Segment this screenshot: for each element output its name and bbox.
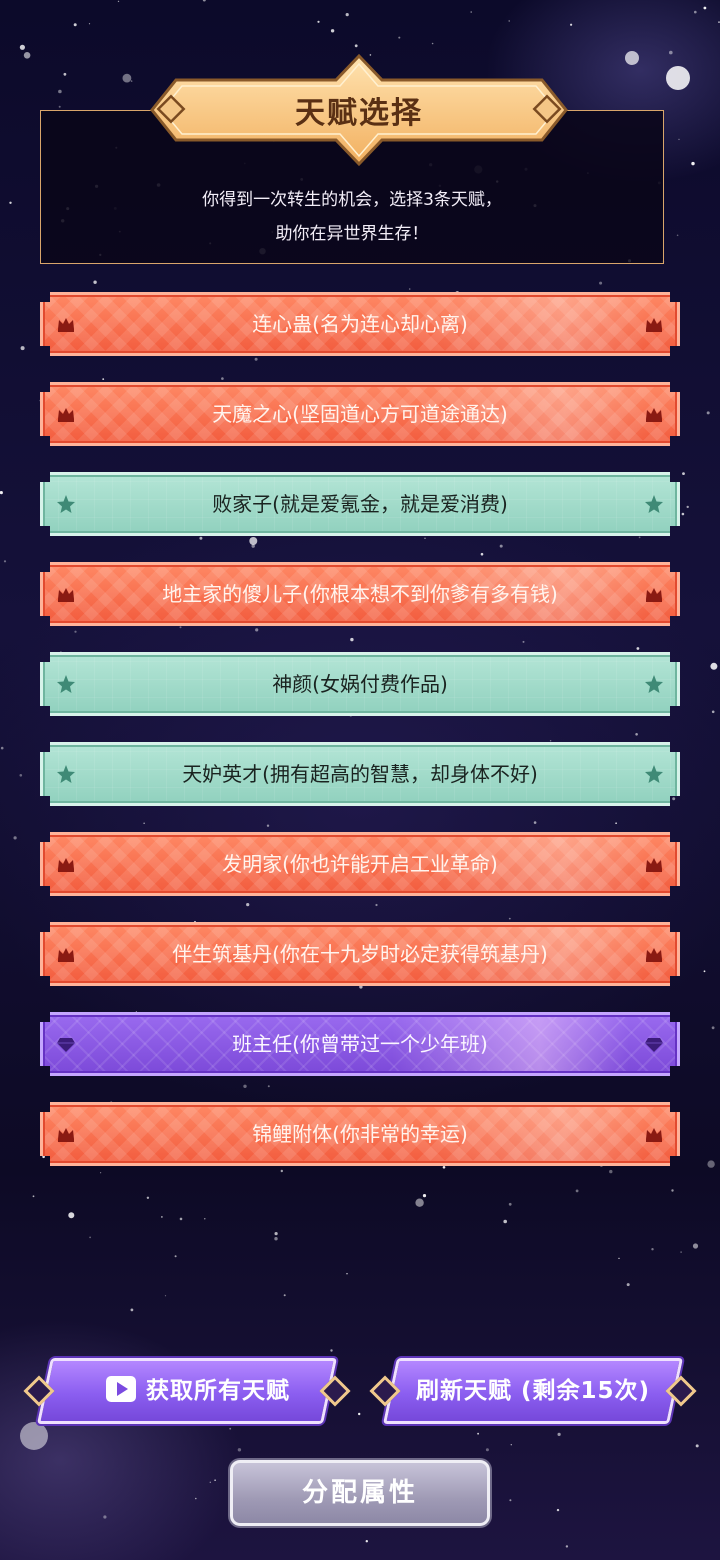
- talent-option-label: 伴生筑基丹(你在十九岁时必定获得筑基丹): [172, 942, 548, 966]
- talent-option-label: 锦鲤附体(你非常的幸运): [252, 1122, 468, 1146]
- talent-option[interactable]: 神颜(女娲付费作品): [40, 652, 680, 716]
- crown-icon: [644, 944, 664, 964]
- crown-icon: [56, 1124, 76, 1144]
- title-banner: 天赋选择: [146, 52, 572, 168]
- talent-option-label: 连心蛊(名为连心却心离): [252, 312, 468, 336]
- crown-icon: [56, 584, 76, 604]
- talent-option[interactable]: 败家子(就是爱氪金，就是爱消费): [40, 472, 680, 536]
- assign-attributes-button[interactable]: 分配属性: [230, 1460, 490, 1526]
- talent-option-label: 神颜(女娲付费作品): [272, 672, 448, 696]
- crown-icon: [644, 404, 664, 424]
- star-icon: [644, 674, 664, 694]
- star-icon: [56, 674, 76, 694]
- talent-option-label: 班主任(你曾带过一个少年班): [232, 1032, 488, 1056]
- talent-option[interactable]: 锦鲤附体(你非常的幸运): [40, 1102, 680, 1166]
- crown-icon: [644, 314, 664, 334]
- page-title: 天赋选择: [295, 96, 423, 131]
- crown-icon: [644, 854, 664, 874]
- talent-option[interactable]: 班主任(你曾带过一个少年班): [40, 1012, 680, 1076]
- crown-icon: [56, 854, 76, 874]
- crown-icon: [644, 1124, 664, 1144]
- talent-option[interactable]: 天魔之心(坚固道心方可道途通达): [40, 382, 680, 446]
- gem-icon: [644, 1034, 664, 1054]
- crown-icon: [644, 584, 664, 604]
- refresh-talents-label: 刷新天赋 (剩余15次): [415, 1378, 651, 1404]
- crown-icon: [56, 404, 76, 424]
- assign-attributes-label: 分配属性: [301, 1478, 418, 1508]
- talent-option[interactable]: 地主家的傻儿子(你根本想不到你爹有多有钱): [40, 562, 680, 626]
- talent-option-label: 发明家(你也许能开启工业革命): [222, 852, 498, 876]
- talent-option-label: 天妒英才(拥有超高的智慧，却身体不好): [182, 762, 538, 786]
- intro-text: 你得到一次转生的机会，选择3条天赋， 助你在异世界生存！: [41, 183, 663, 251]
- intro-line-2: 助你在异世界生存！: [275, 224, 429, 244]
- star-icon: [56, 764, 76, 784]
- crown-icon: [56, 314, 76, 334]
- star-icon: [644, 764, 664, 784]
- star-icon: [644, 494, 664, 514]
- talent-option-label: 败家子(就是爱氪金，就是爱消费): [212, 492, 508, 516]
- talent-option[interactable]: 伴生筑基丹(你在十九岁时必定获得筑基丹): [40, 922, 680, 986]
- talent-option[interactable]: 连心蛊(名为连心却心离): [40, 292, 680, 356]
- get-all-talents-label: 获取所有天赋: [146, 1378, 290, 1404]
- star-icon: [56, 494, 76, 514]
- crown-icon: [56, 944, 76, 964]
- intro-line-1: 你得到一次转生的机会，选择3条天赋，: [202, 190, 502, 210]
- talent-option[interactable]: 发明家(你也许能开启工业革命): [40, 832, 680, 896]
- talent-option[interactable]: 天妒英才(拥有超高的智慧，却身体不好): [40, 742, 680, 806]
- get-all-talents-button[interactable]: 获取所有天赋: [22, 1358, 352, 1424]
- refresh-talents-button[interactable]: 刷新天赋 (剩余15次): [368, 1358, 698, 1424]
- gem-icon: [56, 1034, 76, 1054]
- talent-option-label: 地主家的傻儿子(你根本想不到你爹有多有钱): [162, 582, 558, 606]
- talent-option-label: 天魔之心(坚固道心方可道途通达): [212, 402, 508, 426]
- video-play-icon: [106, 1375, 136, 1402]
